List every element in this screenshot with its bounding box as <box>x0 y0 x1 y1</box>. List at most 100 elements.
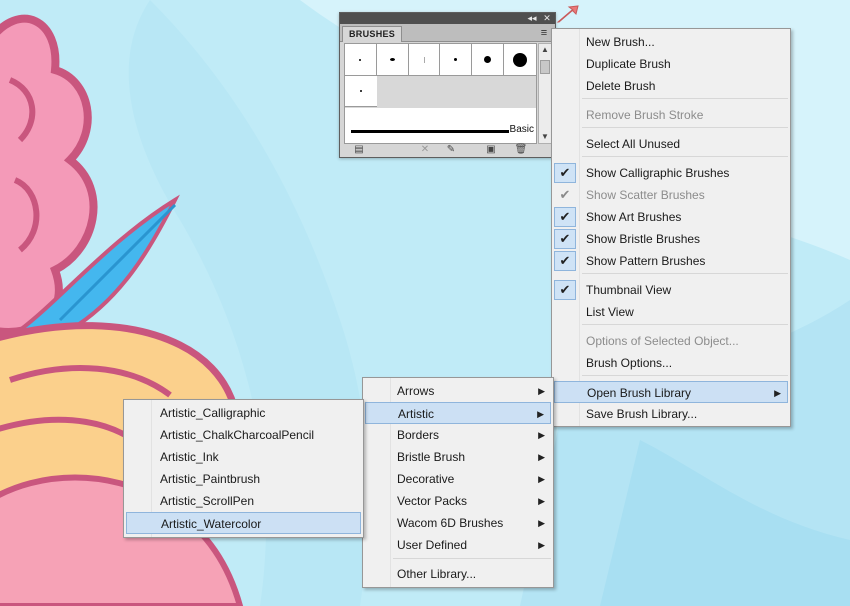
options-of-selected-object-icon[interactable]: ✎ <box>444 144 458 156</box>
scroll-thumb[interactable] <box>540 60 550 74</box>
brush-swatch[interactable] <box>377 44 409 75</box>
menu-separator <box>393 558 551 559</box>
brush-swatch[interactable] <box>440 44 473 75</box>
tab-brushes[interactable]: BRUSHES <box>342 26 403 42</box>
brush-thumbnails: Basic <box>344 43 537 144</box>
artistic-item-artistic-chalkcharcoalpencil[interactable]: Artistic_ChalkCharcoalPencil <box>126 424 361 446</box>
artistic-item-artistic-scrollpen[interactable]: Artistic_ScrollPen <box>126 490 361 512</box>
scroll-down-icon[interactable]: ▼ <box>539 131 551 143</box>
menu-item-delete-brush[interactable]: Delete Brush <box>554 75 786 97</box>
menu-item-label: Thumbnail View <box>586 283 672 297</box>
brush-swatch[interactable] <box>345 44 377 75</box>
basic-brush-stroke <box>351 130 509 133</box>
remove-brush-stroke-icon[interactable]: ✕ <box>418 144 432 156</box>
check-icon: ✔ <box>554 229 576 249</box>
library-item-artistic[interactable]: Artistic ▶ <box>365 402 551 424</box>
menu-item-label: Artistic_ScrollPen <box>160 494 255 508</box>
library-item-borders[interactable]: Borders ▶ <box>365 424 551 446</box>
menu-item-show-scatter-brushes[interactable]: ✔ Show Scatter Brushes <box>554 184 786 206</box>
check-icon: ✔ <box>554 280 576 300</box>
brush-row <box>345 76 536 108</box>
panel-footer: ▤ ✕ ✎ ▣ 🗑 <box>340 144 555 157</box>
basic-brush-label: Basic <box>509 124 534 135</box>
scroll-up-icon[interactable]: ▲ <box>539 44 551 56</box>
library-item-decorative[interactable]: Decorative ▶ <box>365 468 551 490</box>
menu-item-label: Artistic_Paintbrush <box>160 472 261 486</box>
menu-item-remove-brush-stroke[interactable]: Remove Brush Stroke <box>554 104 786 126</box>
menu-item-show-art-brushes[interactable]: ✔ Show Art Brushes <box>554 206 786 228</box>
library-item-user-defined[interactable]: User Defined ▶ <box>365 534 551 556</box>
library-item-wacom-6d-brushes[interactable]: Wacom 6D Brushes ▶ <box>365 512 551 534</box>
submenu-arrow-icon: ▶ <box>538 386 545 396</box>
menu-separator <box>582 156 788 157</box>
menu-item-open-brush-library[interactable]: Open Brush Library ▶ <box>554 381 788 403</box>
menu-item-show-bristle-brushes[interactable]: ✔ Show Bristle Brushes <box>554 228 786 250</box>
menu-item-label: Bristle Brush <box>397 450 466 464</box>
check-icon: ✔ <box>554 251 576 271</box>
new-brush-icon[interactable]: ▣ <box>484 144 498 156</box>
panel-menu-icon[interactable]: ≡ <box>537 27 551 39</box>
menu-separator <box>582 127 788 128</box>
menu-item-label: Artistic_Ink <box>160 450 219 464</box>
menu-item-label: Decorative <box>397 472 455 486</box>
panel-titlebar[interactable]: ◂◂ ✕ <box>340 13 555 24</box>
menu-item-label: Delete Brush <box>586 79 656 93</box>
menu-item-show-pattern-brushes[interactable]: ✔ Show Pattern Brushes <box>554 250 786 272</box>
artistic-item-artistic-ink[interactable]: Artistic_Ink <box>126 446 361 468</box>
menu-item-label: Show Art Brushes <box>586 210 682 224</box>
menu-item-label: Show Scatter Brushes <box>586 188 705 202</box>
delete-brush-icon[interactable]: 🗑 <box>514 144 528 156</box>
menu-item-label: Artistic_Watercolor <box>161 517 262 531</box>
menu-item-show-calligraphic-brushes[interactable]: ✔ Show Calligraphic Brushes <box>554 162 786 184</box>
menu-item-duplicate-brush[interactable]: Duplicate Brush <box>554 53 786 75</box>
menu-item-label: List View <box>586 305 634 319</box>
menu-item-save-brush-library[interactable]: Save Brush Library... <box>554 403 786 425</box>
menu-item-label: Vector Packs <box>397 494 468 508</box>
menu-separator <box>582 375 788 376</box>
pointer-arrow-icon <box>556 5 579 23</box>
menu-item-label: User Defined <box>397 538 468 552</box>
submenu-arrow-icon: ▶ <box>538 430 545 440</box>
menu-item-options-of-selected-object[interactable]: Options of Selected Object... <box>554 330 786 352</box>
check-icon: ✔ <box>554 163 576 183</box>
menu-item-label: Artistic <box>398 407 434 421</box>
library-item-vector-packs[interactable]: Vector Packs ▶ <box>365 490 551 512</box>
brush-libraries-menu-icon[interactable]: ▤ <box>352 144 366 156</box>
panel-scrollbar[interactable]: ▲ ▼ <box>538 43 552 144</box>
artistic-item-artistic-watercolor[interactable]: Artistic_Watercolor <box>126 512 361 534</box>
menu-item-label: Arrows <box>397 384 435 398</box>
menu-item-label: Show Bristle Brushes <box>586 232 701 246</box>
menu-item-label: Artistic_Calligraphic <box>160 406 266 420</box>
brushes-panel: ◂◂ ✕ BRUSHES ≡ Basic ▲ ▼ ▤ ✕ ✎ ▣ 🗑 <box>339 12 556 158</box>
artistic-item-artistic-calligraphic[interactable]: Artistic_Calligraphic <box>126 402 361 424</box>
menu-item-brush-options[interactable]: Brush Options... <box>554 352 786 374</box>
submenu-arrow-icon: ▶ <box>538 452 545 462</box>
menu-item-label: Brush Options... <box>586 356 673 370</box>
menu-item-thumbnail-view[interactable]: ✔ Thumbnail View <box>554 279 786 301</box>
menu-item-label: Open Brush Library <box>587 386 692 400</box>
panel-tab-row: BRUSHES ≡ <box>340 24 555 42</box>
basic-brush-row[interactable]: Basic <box>345 120 536 140</box>
library-item-bristle-brush[interactable]: Bristle Brush ▶ <box>365 446 551 468</box>
collapse-icon[interactable]: ◂◂ <box>526 13 538 24</box>
brush-swatch[interactable] <box>345 76 377 107</box>
menu-item-list-view[interactable]: List View <box>554 301 786 323</box>
brush-swatch[interactable] <box>472 44 505 75</box>
submenu-arrow-icon: ▶ <box>538 474 545 484</box>
menu-item-new-brush[interactable]: New Brush... <box>554 31 786 53</box>
close-icon[interactable]: ✕ <box>541 13 553 24</box>
menu-item-select-all-unused[interactable]: Select All Unused <box>554 133 786 155</box>
menu-item-label: Show Pattern Brushes <box>586 254 706 268</box>
menu-item-label: Artistic_ChalkCharcoalPencil <box>160 428 315 442</box>
check-icon: ✔ <box>554 207 576 227</box>
menu-separator <box>582 324 788 325</box>
library-item-arrows[interactable]: Arrows ▶ <box>365 380 551 402</box>
menu-item-label: Duplicate Brush <box>586 57 671 71</box>
artistic-submenu: Artistic_Calligraphic Artistic_ChalkCharc… <box>123 399 364 538</box>
menu-item-label: Other Library... <box>397 567 477 581</box>
brush-swatch[interactable] <box>409 44 441 75</box>
artistic-item-artistic-paintbrush[interactable]: Artistic_Paintbrush <box>126 468 361 490</box>
menu-item-label: New Brush... <box>586 35 655 49</box>
library-item-other-library[interactable]: Other Library... <box>365 563 551 585</box>
brush-swatch[interactable] <box>504 44 536 75</box>
